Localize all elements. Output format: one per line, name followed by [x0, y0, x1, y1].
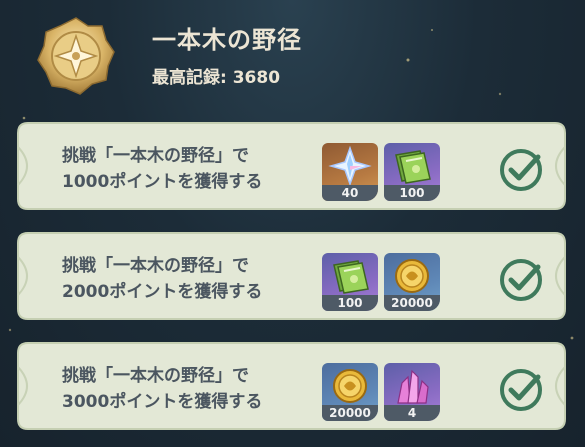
reward-crystal[interactable]: 4	[384, 363, 440, 421]
event-header: 一本木の野径 最高記録: 3680	[0, 0, 585, 110]
mora-coin-icon	[333, 369, 367, 403]
domain-emblem-icon	[37, 17, 115, 95]
event-title: 一本木の野径	[152, 26, 302, 54]
completed-check-icon	[500, 369, 542, 411]
reward-mora[interactable]: 20000	[384, 253, 440, 311]
task-line-2: 3000ポイントを獲得する	[62, 392, 263, 412]
heros-wit-book-icon	[333, 260, 369, 294]
completed-check-icon	[500, 149, 542, 191]
mora-coin-icon	[395, 259, 429, 293]
task-line-1: 挑戦「一本木の野径」で	[62, 366, 249, 386]
crystal-ore-icon	[397, 369, 429, 404]
reward-quantity: 100	[384, 185, 440, 201]
reward-primogem[interactable]: 40	[322, 143, 378, 201]
task-line-1: 挑戦「一本木の野径」で	[62, 146, 249, 166]
reward-mora[interactable]: 20000	[322, 363, 378, 421]
reward-book[interactable]: 100	[384, 143, 440, 201]
task-description: 挑戦「一本木の野径」で 3000ポイントを獲得する	[62, 363, 262, 415]
task-description: 挑戦「一本木の野径」で 2000ポイントを獲得する	[62, 253, 262, 305]
task-line-1: 挑戦「一本木の野径」で	[62, 256, 249, 276]
reward-quantity: 40	[322, 185, 378, 201]
best-record: 最高記録: 3680	[152, 68, 281, 88]
reward-quantity: 20000	[384, 295, 440, 311]
task-line-2: 1000ポイントを獲得する	[62, 172, 263, 192]
reward-quantity: 20000	[322, 405, 378, 421]
reward-book[interactable]: 100	[322, 253, 378, 311]
primogem-icon	[328, 145, 372, 187]
reward-quantity: 4	[384, 405, 440, 421]
task-card-1: 挑戦「一本木の野径」で 1000ポイントを獲得する 40 100	[14, 119, 569, 213]
task-description: 挑戦「一本木の野径」で 1000ポイントを獲得する	[62, 143, 262, 195]
reward-quantity: 100	[322, 295, 378, 311]
task-line-2: 2000ポイントを獲得する	[62, 282, 263, 302]
heros-wit-book-icon	[395, 150, 431, 184]
task-card-2: 挑戦「一本木の野径」で 2000ポイントを獲得する 100 20000	[14, 229, 569, 323]
completed-check-icon	[500, 259, 542, 301]
task-card-3: 挑戦「一本木の野径」で 3000ポイントを獲得する 20000 4	[14, 339, 569, 433]
